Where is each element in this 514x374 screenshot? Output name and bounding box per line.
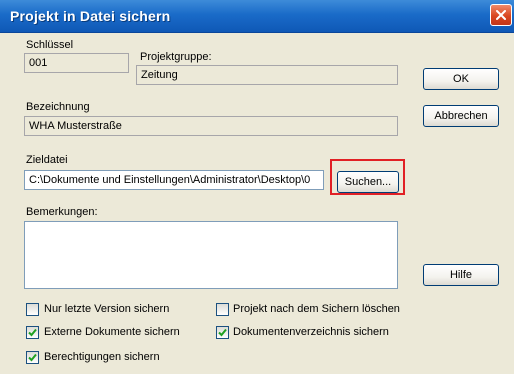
schluessel-field: 001	[24, 53, 129, 73]
dialog-title: Projekt in Datei sichern	[10, 8, 171, 24]
ok-button[interactable]: OK	[423, 68, 499, 90]
checkbox-label: Projekt nach dem Sichern löschen	[233, 303, 400, 315]
help-button[interactable]: Hilfe	[423, 264, 499, 286]
dialog-body: Schlüssel 001 Projektgruppe: Zeitung OK …	[0, 33, 514, 374]
checkbox-label: Nur letzte Version sichern	[44, 303, 170, 315]
title-bar[interactable]: Projekt in Datei sichern	[0, 0, 514, 33]
checkbox-box[interactable]	[26, 351, 39, 364]
checkbox-label: Berechtigungen sichern	[44, 351, 160, 363]
dialog-window: Projekt in Datei sichern Schlüssel 001 P…	[0, 0, 514, 374]
cancel-button[interactable]: Abbrechen	[423, 105, 499, 127]
close-icon	[496, 10, 506, 20]
projektgruppe-label: Projektgruppe:	[140, 51, 212, 63]
zieldatei-label: Zieldatei	[26, 154, 68, 166]
checkbox-label: Externe Dokumente sichern	[44, 326, 180, 338]
suchen-button[interactable]: Suchen...	[337, 171, 399, 193]
checkmark-icon	[28, 353, 37, 362]
schluessel-label: Schlüssel	[26, 39, 74, 51]
checkbox-box[interactable]	[216, 303, 229, 316]
bemerkungen-textarea[interactable]	[24, 221, 398, 289]
zieldatei-input[interactable]: C:\Dokumente und Einstellungen\Administr…	[24, 170, 324, 190]
checkbox-label: Dokumentenverzeichnis sichern	[233, 326, 389, 338]
close-button[interactable]	[490, 4, 512, 26]
bezeichnung-field: WHA Musterstraße	[24, 116, 398, 136]
projektgruppe-field: Zeitung	[136, 65, 398, 85]
checkbox-box[interactable]	[26, 326, 39, 339]
checkmark-icon	[218, 328, 227, 337]
checkbox-box[interactable]	[26, 303, 39, 316]
checkmark-icon	[28, 328, 37, 337]
bemerkungen-label: Bemerkungen:	[26, 206, 98, 218]
bezeichnung-label: Bezeichnung	[26, 101, 90, 113]
checkbox-box[interactable]	[216, 326, 229, 339]
